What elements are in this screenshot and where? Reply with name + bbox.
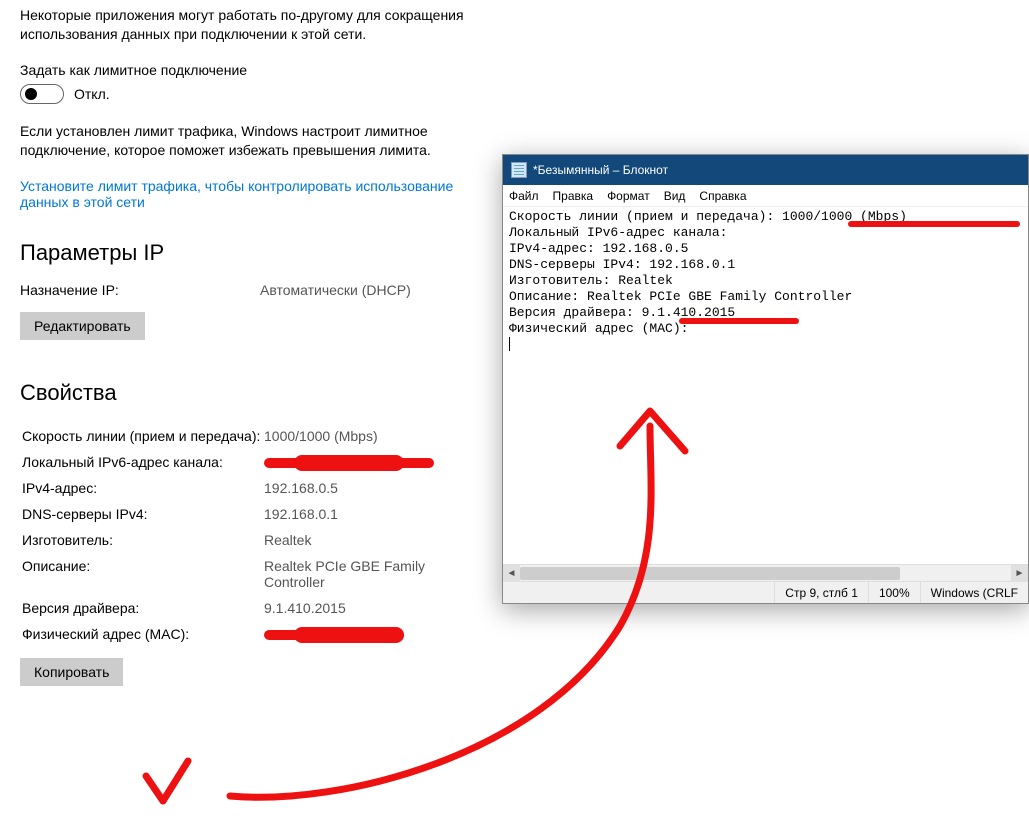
edit-button[interactable]: Редактировать [20, 312, 145, 340]
metered-toggle[interactable] [20, 84, 64, 104]
np-line: Описание: Realtek PCIe GBE Family Contro… [509, 289, 1022, 305]
menu-view[interactable]: Вид [664, 189, 686, 203]
ip-assign-value: Автоматически (DHCP) [260, 282, 411, 298]
notepad-title: *Безымянный – Блокнот [533, 163, 668, 177]
set-limit-link[interactable]: Установите лимит трафика, чтобы контроли… [20, 178, 480, 210]
props-header: Свойства [20, 380, 480, 406]
np-line: IPv4-адрес: 192.168.0.5 [509, 241, 1022, 257]
desc-label: Описание: [22, 554, 262, 594]
redaction-mark [264, 630, 404, 640]
desc-value: Realtek PCIe GBE Family Controller [264, 554, 478, 594]
ipv4-label: IPv4-адрес: [22, 476, 262, 500]
props-table: Скорость линии (прием и передача): 1000/… [20, 422, 480, 648]
ip-assign-label: Назначение IP: [20, 282, 260, 298]
mac-label: Физический адрес (MAC): [22, 622, 262, 646]
copy-button[interactable]: Копировать [20, 658, 123, 686]
status-zoom: 100% [868, 582, 920, 603]
ipv6-label: Локальный IPv6-адрес канала: [22, 450, 262, 474]
limit-note: Если установлен лимит трафика, Windows н… [20, 122, 480, 160]
redaction-mark [264, 458, 434, 468]
mac-value [264, 622, 478, 646]
redaction-mark [848, 221, 1020, 227]
mfr-label: Изготовитель: [22, 528, 262, 552]
menu-file[interactable]: Файл [509, 189, 539, 203]
redaction-mark [679, 318, 799, 324]
toggle-knob [25, 88, 37, 100]
speed-label: Скорость линии (прием и передача): [22, 424, 262, 448]
settings-panel: Некоторые приложения могут работать по-д… [0, 6, 500, 686]
speed-value: 1000/1000 (Mbps) [264, 424, 478, 448]
set-metered-label: Задать как лимитное подключение [20, 62, 480, 78]
notepad-titlebar[interactable]: *Безымянный – Блокнот [503, 155, 1028, 185]
np-caret-line [509, 337, 1022, 353]
menu-edit[interactable]: Правка [553, 189, 594, 203]
np-line: DNS-серверы IPv4: 192.168.0.1 [509, 257, 1022, 273]
menu-help[interactable]: Справка [699, 189, 746, 203]
status-pos: Стр 9, стлб 1 [774, 582, 868, 603]
np-line: Изготовитель: Realtek [509, 273, 1022, 289]
np-line: Локальный IPv6-адрес канала: [509, 225, 1022, 241]
ip-params-header: Параметры IP [20, 240, 480, 266]
ipv4-value: 192.168.0.5 [264, 476, 478, 500]
toggle-state: Откл. [74, 86, 110, 102]
notepad-icon [511, 162, 527, 178]
mfr-value: Realtek [264, 528, 478, 552]
dns-label: DNS-серверы IPv4: [22, 502, 262, 526]
drv-label: Версия драйвера: [22, 596, 262, 620]
status-encoding: Windows (CRLF [920, 582, 1028, 603]
dns-value: 192.168.0.1 [264, 502, 478, 526]
notepad-hscroll[interactable]: ◄ ► [503, 564, 1028, 581]
notepad-body[interactable]: Скорость линии (прием и передача): 1000/… [503, 207, 1028, 564]
notepad-window: *Безымянный – Блокнот Файл Правка Формат… [502, 154, 1029, 604]
annotation-checkmark [138, 756, 198, 816]
drv-value: 9.1.410.2015 [264, 596, 478, 620]
scroll-left-icon[interactable]: ◄ [503, 565, 520, 582]
notepad-statusbar: Стр 9, стлб 1 100% Windows (CRLF [503, 581, 1028, 603]
scroll-right-icon[interactable]: ► [1011, 565, 1028, 582]
menu-format[interactable]: Формат [607, 189, 650, 203]
metered-desc: Некоторые приложения могут работать по-д… [20, 6, 480, 44]
ipv6-value [264, 450, 478, 474]
scroll-thumb[interactable] [520, 567, 900, 580]
